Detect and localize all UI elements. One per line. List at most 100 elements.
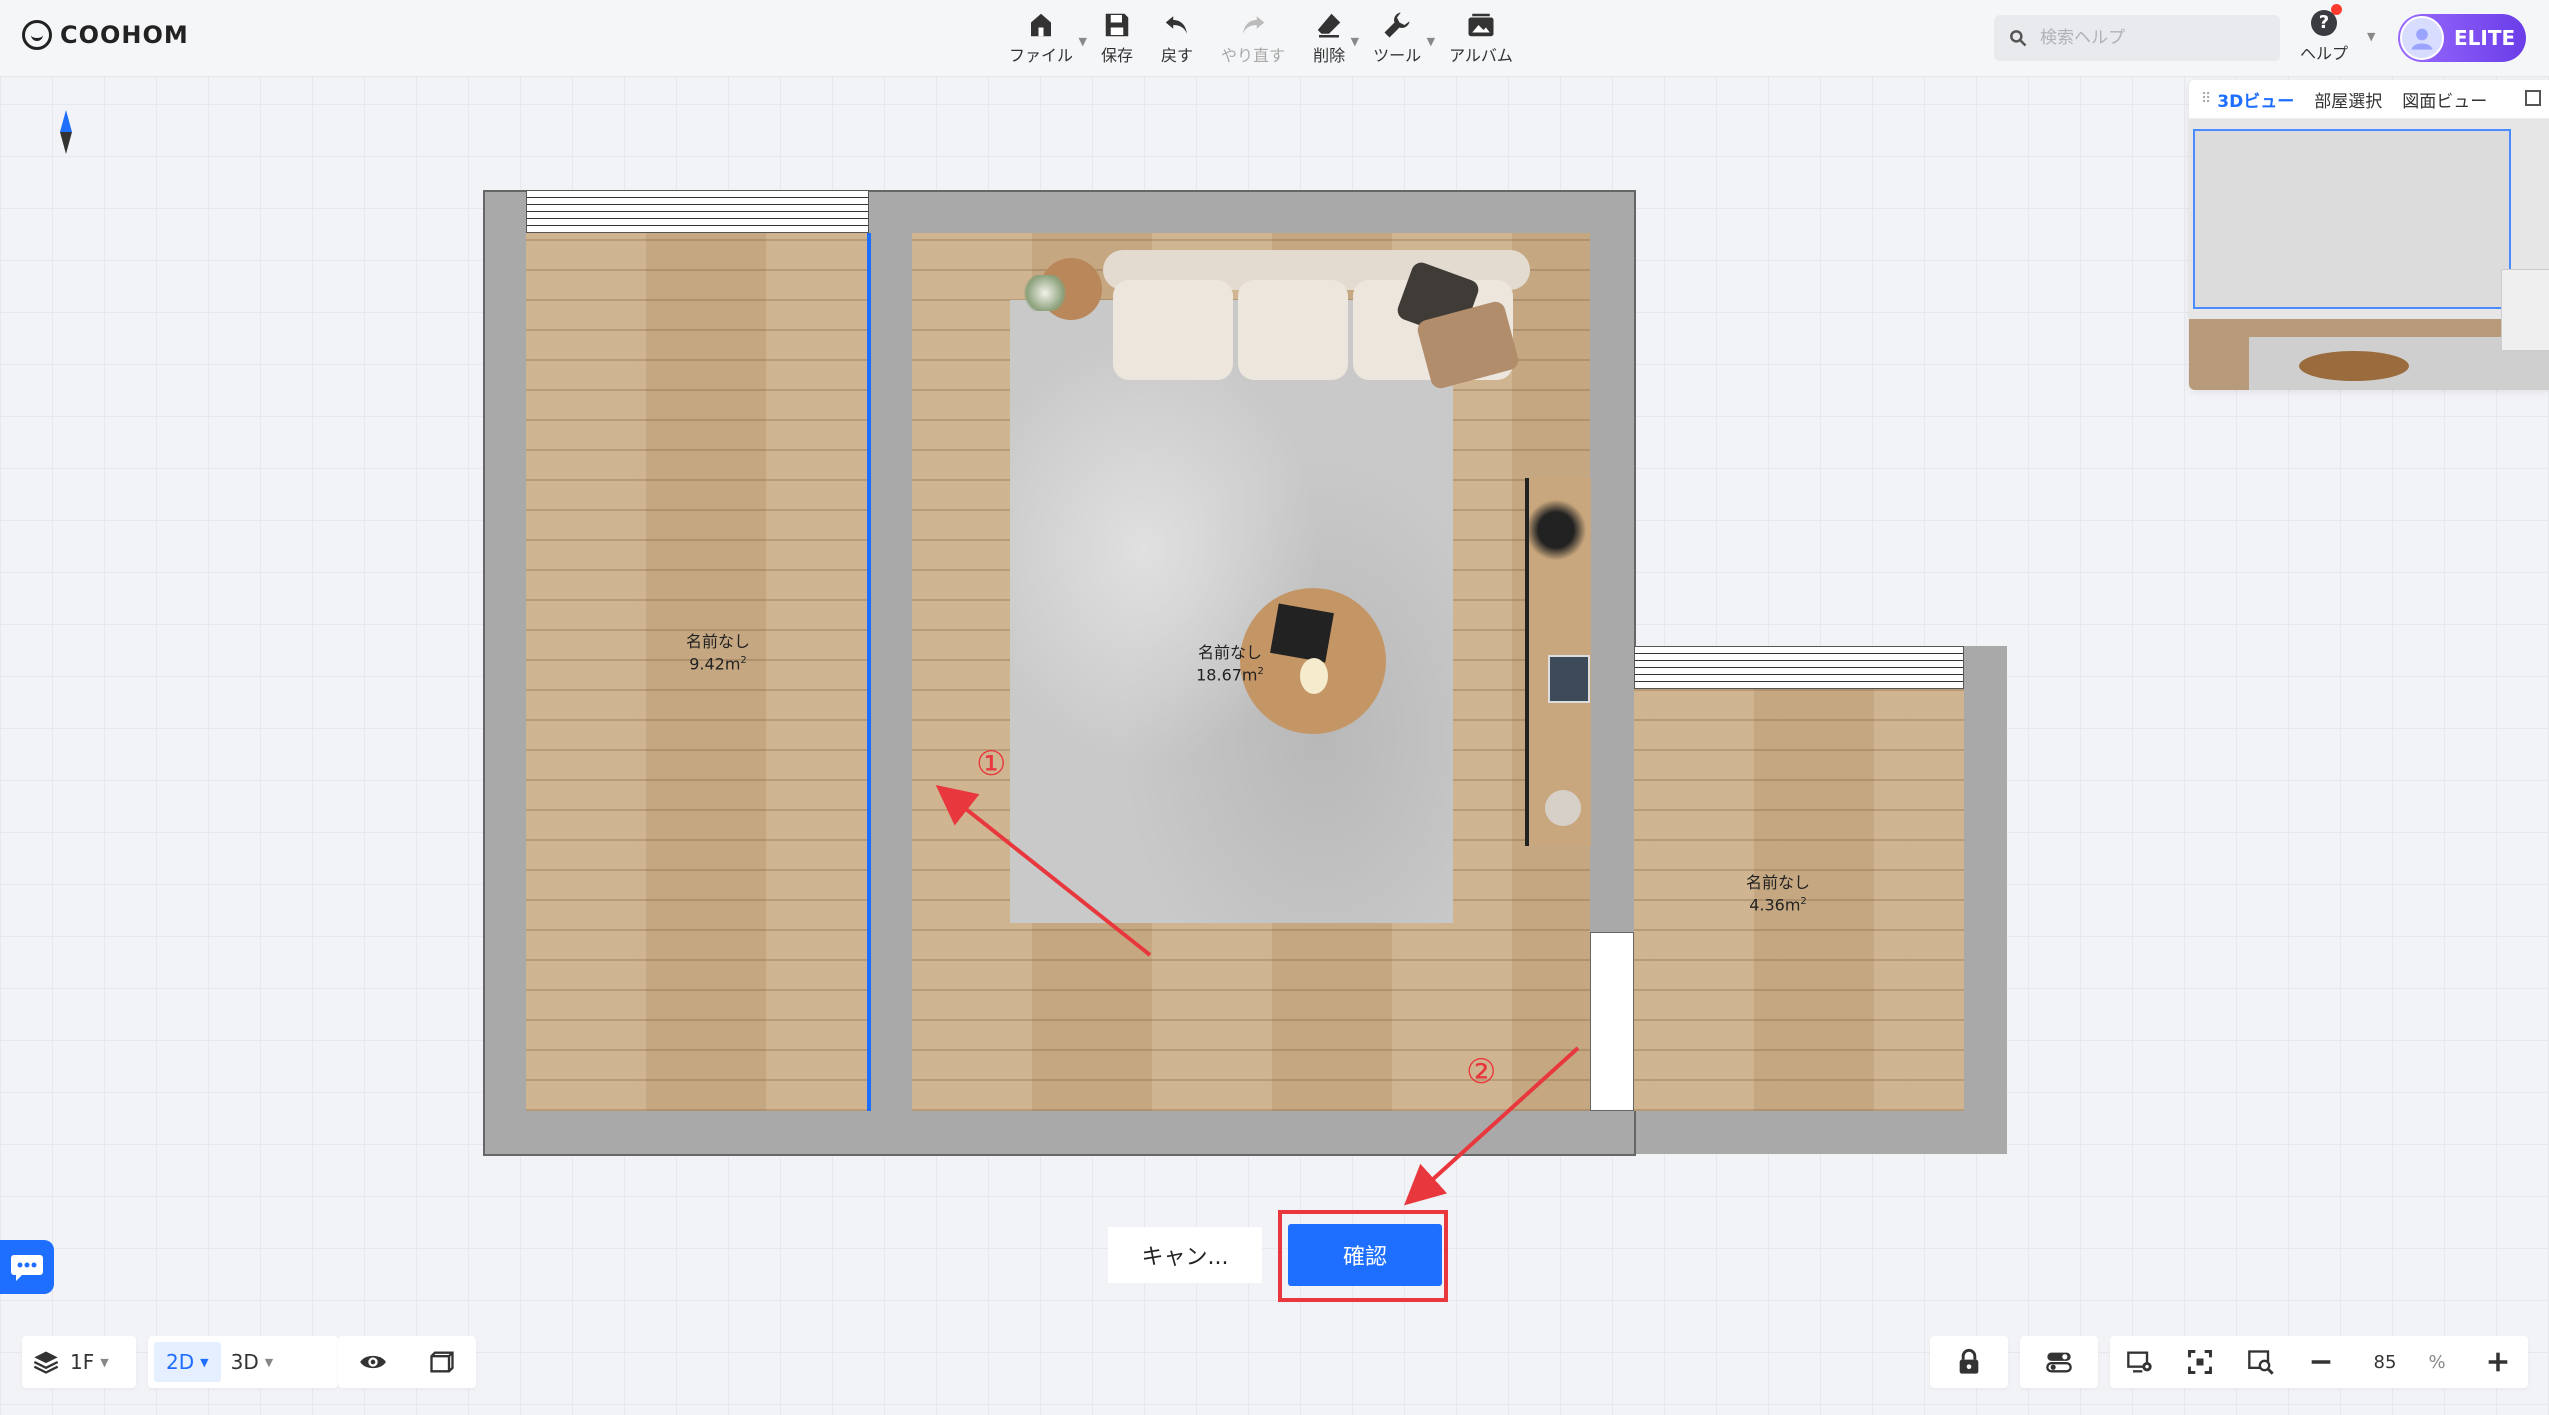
chevron-down-icon: ▼ (200, 1355, 209, 1369)
room-area: 9.42m2 (689, 654, 747, 674)
top-bar: COOHOM ファイル ▼ 保存 戻す やり直す 削除 ▼ ツール ▼ アルバム… (0, 0, 2549, 77)
file-icon (1031, 13, 1051, 37)
tab-plan-view[interactable]: 図面ビュー (2402, 87, 2487, 112)
tools-menu-button[interactable]: ツール ▼ (1359, 10, 1435, 66)
monitor-gear-icon (2127, 1351, 2152, 1373)
drag-handle-icon[interactable]: ⠿ (2201, 91, 2211, 107)
room-label-right[interactable]: 名前なし 4.36m2 (1746, 873, 1810, 914)
annotation-step2: ② (1466, 1052, 1497, 1092)
room-label-living[interactable]: 名前なし 18.67m2 (1196, 643, 1264, 684)
chevron-down-icon: ▼ (1078, 35, 1088, 48)
chat-support-button[interactable] (0, 1240, 54, 1294)
doorway (1590, 932, 1634, 1111)
help-search-box[interactable] (1994, 15, 2280, 61)
floor-dropdown[interactable]: 1F ▼ (22, 1336, 119, 1388)
chevron-down-icon: ▼ (100, 1355, 109, 1369)
room-area: 18.67m2 (1196, 665, 1264, 685)
settings-control (2020, 1336, 2098, 1388)
preview-tabs: ⠿ 3Dビュー 部屋選択 図面ビュー (2189, 80, 2549, 119)
search-icon (2010, 30, 2027, 47)
user-icon (2411, 28, 2433, 50)
help-button[interactable]: ? ヘルプ (2300, 4, 2348, 64)
window (1634, 646, 1964, 689)
decor-frame (1548, 655, 1590, 703)
album-icon (1468, 13, 1494, 37)
view-preview-panel: ⠿ 3Dビュー 部屋選択 図面ビュー (2189, 80, 2549, 390)
logo-icon (22, 20, 52, 50)
redo-icon (1243, 16, 1265, 34)
tab-room-select[interactable]: 部屋選択 (2314, 87, 2382, 112)
display-controls (338, 1336, 476, 1388)
zoom-unit: % (2428, 1351, 2446, 1373)
minus-icon (2311, 1360, 2331, 1364)
chevron-down-icon: ▼ (1350, 35, 1360, 48)
eye-icon (359, 1355, 386, 1369)
rug (1010, 300, 1453, 923)
room-area: 4.36m2 (1749, 895, 1807, 915)
user-account-button[interactable]: ELITE (2398, 14, 2526, 62)
zoom-level-field[interactable]: 85 % (2358, 1342, 2462, 1382)
room-name: 名前なし (685, 632, 751, 651)
zoom-out-button[interactable] (2297, 1336, 2345, 1388)
3d-preview-viewport[interactable] (2189, 119, 2549, 390)
lock-button[interactable] (1945, 1336, 1993, 1388)
zoom-value: 85 (2373, 1351, 2397, 1373)
view-settings-button[interactable] (2116, 1336, 2164, 1388)
annotation-step1: ① (976, 744, 1007, 784)
plant (1020, 275, 1070, 311)
logo-text: COOHOM (60, 21, 189, 49)
selected-wall-line[interactable] (867, 233, 871, 1111)
wrench-icon (1384, 12, 1410, 38)
view-mode-toggle: 2D ▼ 3D ▼ (148, 1336, 338, 1388)
compass-icon[interactable] (56, 110, 76, 154)
delete-button[interactable]: 削除 ▼ (1299, 10, 1359, 66)
toggle-settings-button[interactable] (2035, 1336, 2083, 1388)
redo-button[interactable]: やり直す (1207, 10, 1299, 66)
zoom-search-button[interactable] (2237, 1336, 2285, 1388)
floor-selector: 1F ▼ (22, 1336, 136, 1388)
zoom-frame-icon (2247, 1350, 2274, 1375)
room-name: 名前なし (1745, 873, 1811, 892)
room-label-left[interactable]: 名前なし 9.42m2 (686, 632, 750, 673)
preview-table (2299, 351, 2409, 381)
floor-plan-canvas: 名前なし 9.42m2 名前なし 18.67m2 名前なし 4.36m2 ① ② (0, 0, 2549, 1415)
undo-button[interactable]: 戻す (1147, 10, 1207, 66)
album-button[interactable]: アルバム (1435, 10, 1527, 66)
expand-icon[interactable] (2525, 90, 2541, 106)
notification-dot (2331, 4, 2342, 15)
preview-sofa (2501, 269, 2549, 351)
cube-icon (429, 1351, 454, 1373)
box-view-button[interactable] (418, 1336, 466, 1388)
lock-icon (1959, 1348, 1979, 1374)
tab-3d-view[interactable]: 3Dビュー (2217, 87, 2294, 112)
mode-2d-button[interactable]: 2D ▼ (154, 1342, 221, 1382)
chat-icon (11, 1255, 43, 1281)
chevron-down-icon[interactable]: ▼ (2367, 30, 2375, 43)
toggle-icon (2046, 1352, 2072, 1373)
window (526, 190, 869, 233)
room-name: 名前なし (1197, 643, 1263, 662)
lock-control (1930, 1336, 2008, 1388)
help-icon: ? (2311, 4, 2342, 36)
save-button[interactable]: 保存 (1087, 10, 1147, 66)
confirm-button[interactable]: 確認 (1288, 1224, 1442, 1286)
layers-icon (33, 1351, 59, 1374)
focus-frame-icon (2188, 1350, 2213, 1374)
sofa (1103, 250, 1530, 391)
preview-wall (2193, 129, 2511, 309)
plus-icon (2488, 1352, 2508, 1372)
zoom-controls: 85 % (2110, 1336, 2528, 1388)
elite-badge: ELITE (2454, 26, 2516, 50)
cancel-button[interactable]: キャン... (1108, 1227, 1262, 1283)
avatar (2400, 16, 2444, 60)
main-toolbar: ファイル ▼ 保存 戻す やり直す 削除 ▼ ツール ▼ アルバム (995, 10, 1527, 66)
help-search-input[interactable] (2038, 27, 2272, 49)
visibility-button[interactable] (349, 1336, 397, 1388)
zoom-in-button[interactable] (2474, 1336, 2522, 1388)
mode-3d-button[interactable]: 3D ▼ (221, 1336, 284, 1388)
file-menu-button[interactable]: ファイル ▼ (995, 10, 1087, 66)
eraser-icon (1317, 13, 1341, 38)
fit-to-screen-button[interactable] (2176, 1336, 2224, 1388)
save-icon (1105, 13, 1129, 37)
coohom-logo[interactable]: COOHOM (22, 20, 189, 50)
